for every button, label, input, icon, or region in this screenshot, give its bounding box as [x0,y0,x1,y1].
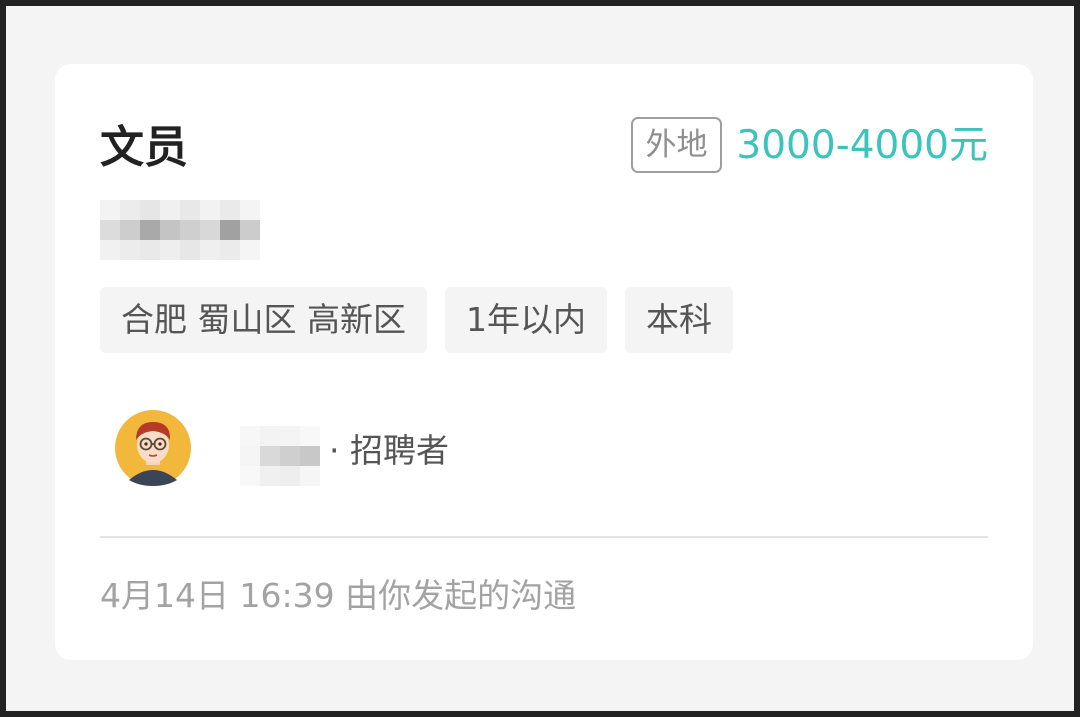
tag-education: 本科 [624,287,733,353]
company-name-blurred [100,200,260,260]
divider [100,536,988,538]
job-card[interactable]: 文员 外地 3000-4000元 合肥 蜀山区 高新区 1年以内 本科 · 招聘… [55,64,1033,660]
job-tags: 合肥 蜀山区 高新区 1年以内 本科 [100,287,733,353]
recruiter-avatar-icon[interactable] [115,410,191,486]
salary-range: 3000-4000元 [736,123,988,168]
job-title: 文员 [100,122,188,173]
location-badge: 外地 [631,117,722,173]
screen-background: 文员 外地 3000-4000元 合肥 蜀山区 高新区 1年以内 本科 · 招聘… [6,6,1074,711]
tag-experience: 1年以内 [444,287,607,353]
recruiter-role: · 招聘者 [329,431,449,470]
conversation-timestamp: 4月14日 16:39 由你发起的沟通 [100,576,577,615]
tag-location: 合肥 蜀山区 高新区 [100,287,427,353]
recruiter-name-blurred [240,426,320,486]
